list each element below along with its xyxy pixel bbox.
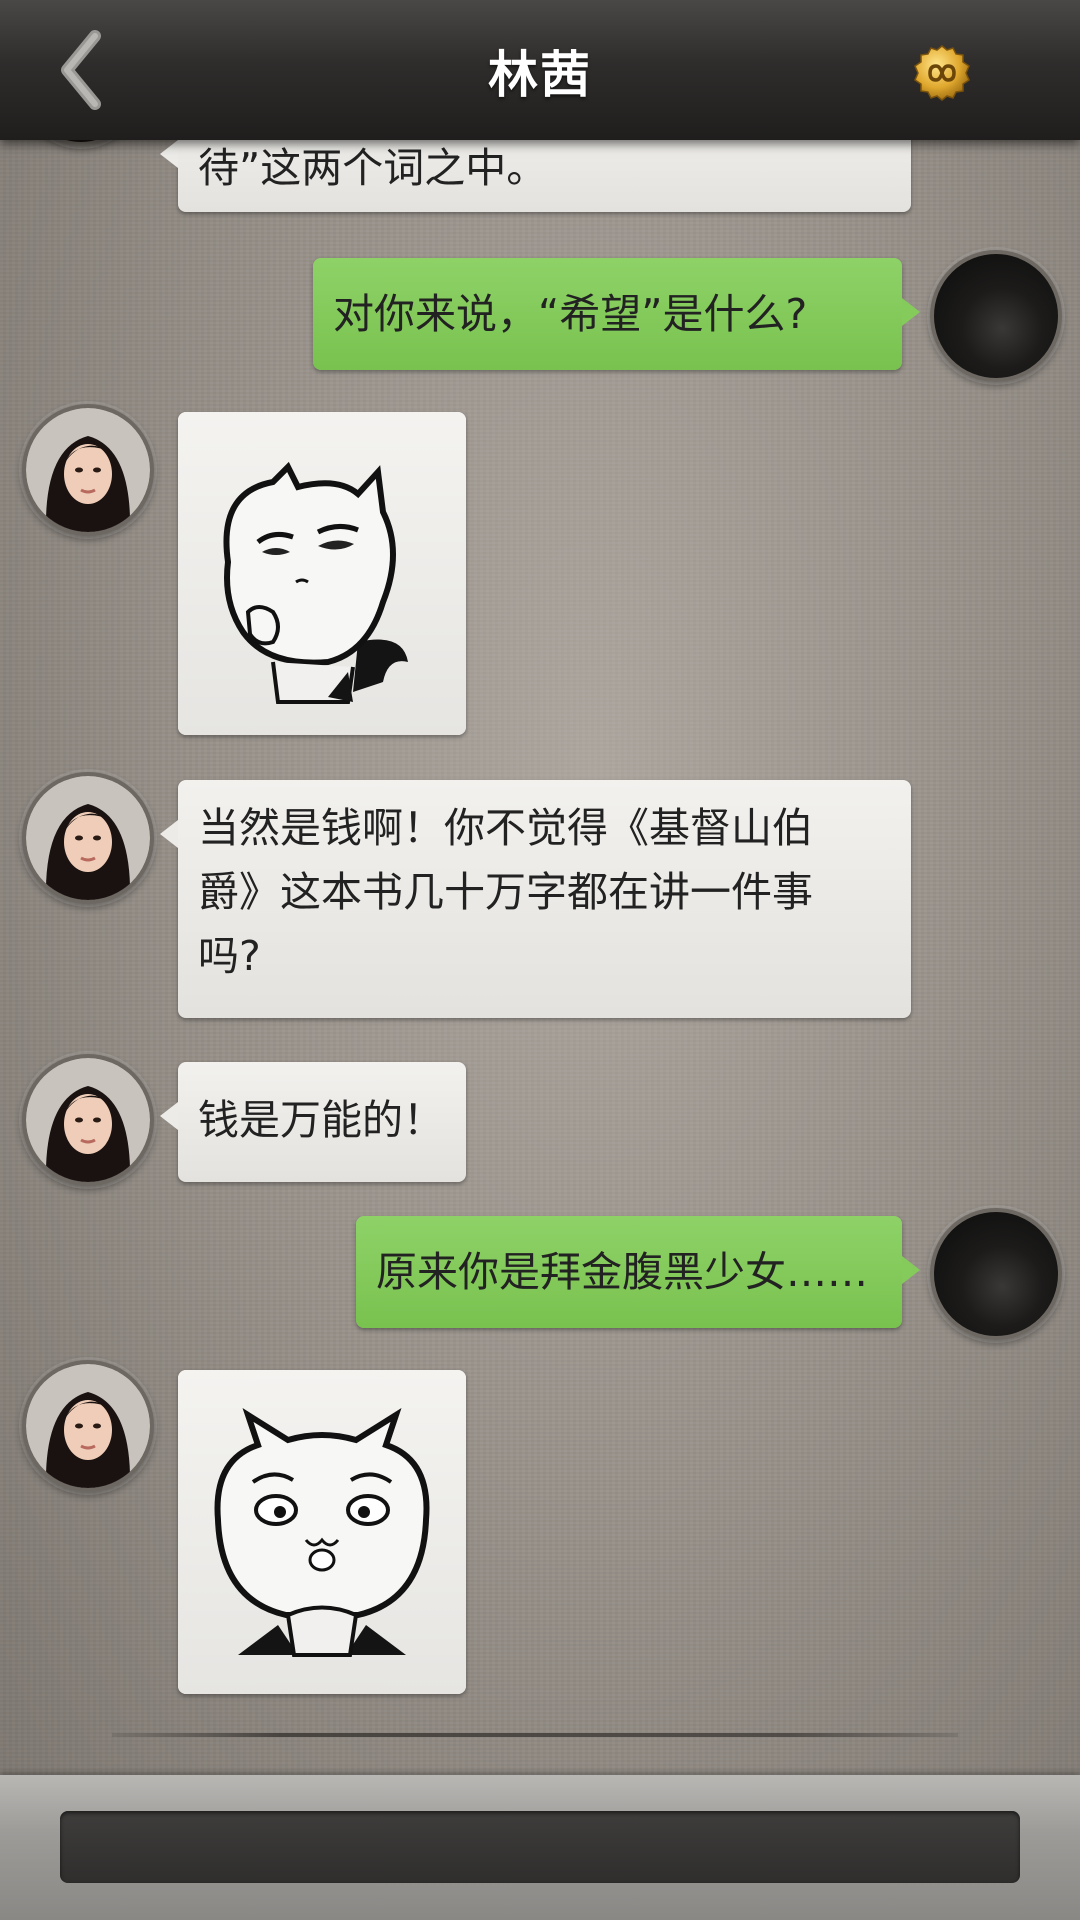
message-text: 对你来说，“希望”是什么? (333, 290, 808, 338)
woman-portrait-icon (26, 408, 150, 532)
message-text-line: 当然是钱啊！你不觉得《基督山伯 (198, 804, 813, 852)
user-avatar[interactable] (930, 1208, 1062, 1340)
infinity-coin-icon (914, 45, 970, 101)
top-bar: 林茜 (0, 0, 1080, 140)
coin-button[interactable] (913, 44, 971, 102)
worried-cat-sticker (178, 1370, 466, 1694)
chat-divider (112, 1733, 958, 1737)
contact-avatar[interactable] (22, 404, 154, 536)
contact-avatar[interactable] (22, 772, 154, 904)
message-text-line: 爵》这本书几十万字都在讲一件事 (198, 868, 813, 916)
woman-portrait-icon (26, 1364, 150, 1488)
contact-avatar[interactable] (22, 1054, 154, 1186)
bottom-bar (0, 1775, 1080, 1920)
message-bubble-outgoing[interactable]: 对你来说，“希望”是什么? (313, 258, 920, 370)
sticker-bubble[interactable] (178, 412, 466, 735)
back-button[interactable] (40, 30, 120, 110)
message-bubble-incoming[interactable]: 钱是万能的！ (160, 1062, 466, 1182)
contact-avatar[interactable] (22, 1360, 154, 1492)
message-input[interactable] (60, 1811, 1020, 1883)
woman-portrait-icon (26, 776, 150, 900)
chat-screen: 待”这两个词之中。 对你来说，“希望”是什么? 当然是钱啊！你不觉得《基督山伯 … (0, 0, 1080, 1920)
message-text: 待”这两个词之中。 (198, 144, 548, 192)
chevron-left-icon (61, 30, 101, 110)
page-title: 林茜 (488, 45, 592, 104)
message-bubble-outgoing[interactable]: 原来你是拜金腹黑少女…… (356, 1216, 920, 1328)
woman-portrait-icon (26, 1058, 150, 1182)
sticker-bubble[interactable] (178, 1370, 466, 1694)
message-text: 钱是万能的！ (198, 1096, 444, 1144)
thinking-cat-sticker (178, 412, 466, 735)
message-text: 原来你是拜金腹黑少女…… (376, 1248, 868, 1296)
message-list[interactable]: 待”这两个词之中。 对你来说，“希望”是什么? 当然是钱啊！你不觉得《基督山伯 … (0, 0, 1080, 1775)
message-bubble-incoming[interactable]: 当然是钱啊！你不觉得《基督山伯 爵》这本书几十万字都在讲一件事 吗? (160, 780, 911, 1018)
message-text-line: 吗? (198, 932, 261, 980)
user-avatar[interactable] (930, 250, 1062, 382)
